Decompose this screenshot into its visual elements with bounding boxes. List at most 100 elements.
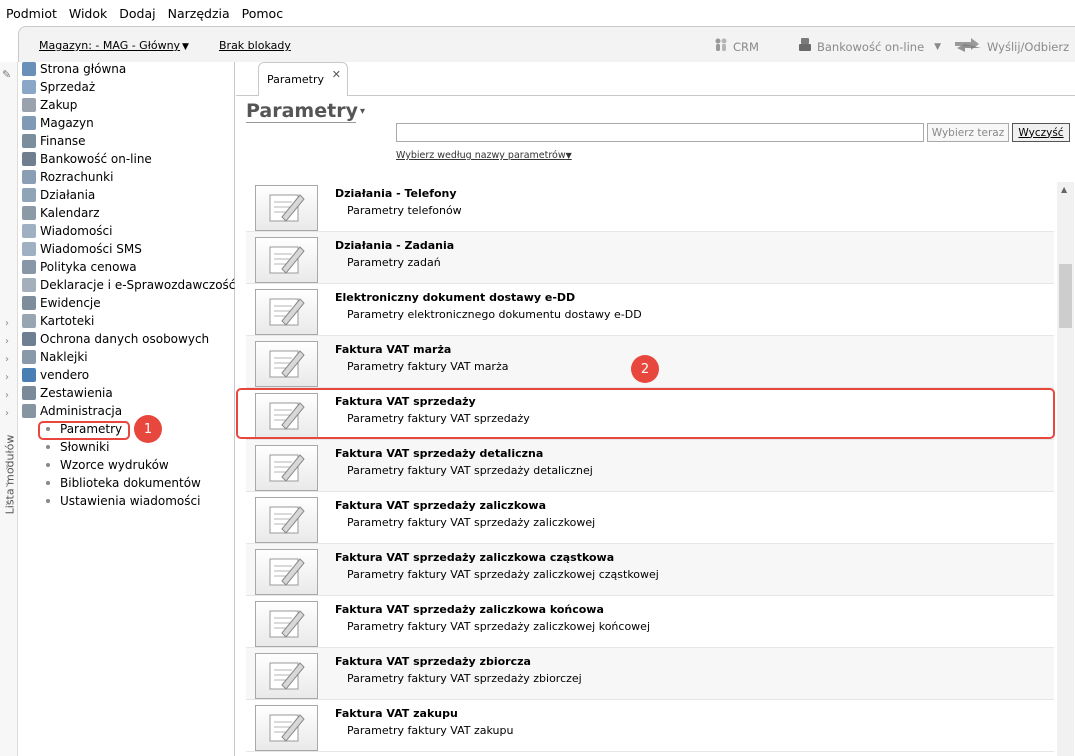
sidebar-item-15[interactable]: Ochrona danych osobowych bbox=[18, 330, 209, 348]
list-item[interactable]: Faktura VAT zakupu Parametry faktury VAT … bbox=[246, 700, 1054, 752]
bank-icon bbox=[22, 152, 36, 166]
sidebar-subitem-label: Wzorce wydruków bbox=[60, 458, 169, 472]
list-item[interactable]: Elektroniczny dokument dostawy e-DD Param… bbox=[246, 284, 1054, 336]
sidebar-item-14[interactable]: Kartoteki bbox=[18, 312, 94, 330]
warehouse-selector[interactable]: Magazyn: - MAG - Główny ▼ bbox=[39, 39, 189, 52]
bullet-icon bbox=[46, 481, 50, 485]
sidebar-item-label: Polityka cenowa bbox=[40, 260, 137, 274]
sidebar-item-12[interactable]: Deklaracje i e-Sprawozdawczość bbox=[18, 276, 235, 294]
choose-by-dropdown[interactable]: Wybierz według nazwy parametrów▼ bbox=[396, 150, 572, 161]
sidebar-subitem-2[interactable]: Wzorce wydruków bbox=[46, 456, 169, 474]
sidebar-subitem-label: Ustawienia wiadomości bbox=[60, 494, 201, 508]
list-item[interactable]: Faktura VAT sprzedaży zaliczkowa cząstko… bbox=[246, 544, 1054, 596]
sidebar-item-18[interactable]: Zestawienia bbox=[18, 384, 113, 402]
list-item-desc: Parametry faktury VAT sprzedaży detalicz… bbox=[347, 464, 593, 477]
sidebar-item-7[interactable]: Działania bbox=[18, 186, 95, 204]
sidebar-item-6[interactable]: Rozrachunki bbox=[18, 168, 113, 186]
list-item[interactable]: Faktura VAT sprzedaży zaliczkowa końcowa… bbox=[246, 596, 1054, 648]
sidebar-item-label: Naklejki bbox=[40, 350, 88, 364]
module-list-edge[interactable]: ✎ › › › › › › › › › Lista modułów bbox=[0, 62, 18, 756]
choose-by-label: Wybierz według nazwy parametrów bbox=[396, 150, 566, 161]
sidebar-subitem-4[interactable]: Ustawienia wiadomości bbox=[46, 492, 200, 510]
parameters-doc-icon bbox=[255, 289, 318, 335]
page-title[interactable]: Parametry ▾ bbox=[246, 100, 365, 122]
bullet-icon bbox=[46, 499, 50, 503]
privacy-icon bbox=[22, 332, 36, 346]
list-item[interactable]: Działania - Zadania Parametry zadań bbox=[246, 232, 1054, 284]
sidebar-item-8[interactable]: Kalendarz bbox=[18, 204, 100, 222]
list-item[interactable]: Faktura VAT sprzedaży detaliczna Parametr… bbox=[246, 440, 1054, 492]
list-scrollbar[interactable]: ▲ bbox=[1057, 182, 1074, 756]
pin-icon[interactable]: ✎ bbox=[2, 68, 11, 81]
menu-item-1[interactable]: Widok bbox=[69, 6, 107, 21]
bank-button[interactable]: Bankowość on-line ▼ bbox=[797, 37, 941, 56]
menu-item-3[interactable]: Narzędzia bbox=[168, 6, 230, 21]
list-item-desc: Parametry faktury VAT marża bbox=[347, 360, 509, 373]
toolbar: Magazyn: - MAG - Główny ▼ Brak blokady CR… bbox=[18, 26, 1075, 62]
sidebar-subitem-label: Biblioteka dokumentów bbox=[60, 476, 201, 490]
pricing-icon bbox=[22, 260, 36, 274]
vendero-icon bbox=[22, 368, 36, 382]
chevron-right-icon[interactable]: › bbox=[5, 390, 9, 401]
menu-item-2[interactable]: Dodaj bbox=[119, 6, 155, 21]
list-item[interactable]: Działania - Telefony Parametry telefonów bbox=[246, 180, 1054, 232]
bank-icon bbox=[797, 37, 813, 56]
crm-button[interactable]: CRM bbox=[713, 37, 759, 56]
sidebar-item-9[interactable]: Wiadomości bbox=[18, 222, 112, 240]
list-item-desc: Parametry elektronicznego dokumentu dost… bbox=[347, 308, 642, 321]
chevron-right-icon[interactable]: › bbox=[5, 336, 9, 347]
sidebar-item-17[interactable]: vendero bbox=[18, 366, 89, 384]
list-item-desc: Parametry faktury VAT sprzedaży zbiorcze… bbox=[347, 672, 582, 685]
sidebar-item-11[interactable]: Polityka cenowa bbox=[18, 258, 137, 276]
sidebar-item-16[interactable]: Naklejki bbox=[18, 348, 88, 366]
tab-parametry[interactable]: Parametry ✕ bbox=[258, 62, 348, 96]
sidebar-subitem-1[interactable]: Słowniki bbox=[46, 438, 109, 456]
choose-now-button[interactable]: Wybierz teraz bbox=[927, 123, 1009, 142]
send-receive-button[interactable]: Wyślij/Odbierz bbox=[953, 37, 1069, 56]
sidebar-item-0[interactable]: Strona główna bbox=[18, 60, 126, 78]
sidebar-item-label: Wiadomości SMS bbox=[40, 242, 142, 256]
sidebar-item-2[interactable]: Zakup bbox=[18, 96, 77, 114]
close-icon[interactable]: ✕ bbox=[332, 68, 341, 81]
sidebar-subitem-3[interactable]: Biblioteka dokumentów bbox=[46, 474, 201, 492]
sidebar-item-label: Bankowość on-line bbox=[40, 152, 152, 166]
sidebar-item-3[interactable]: Magazyn bbox=[18, 114, 94, 132]
parameters-doc-icon bbox=[255, 185, 318, 231]
home-icon bbox=[22, 62, 36, 76]
crm-label: CRM bbox=[733, 39, 759, 54]
sidebar-item-1[interactable]: Sprzedaż bbox=[18, 78, 95, 96]
annotation-highlight-parametry bbox=[38, 421, 130, 440]
chevron-right-icon[interactable]: › bbox=[5, 372, 9, 383]
scroll-up-icon[interactable]: ▲ bbox=[1061, 185, 1067, 194]
search-input[interactable] bbox=[396, 123, 924, 142]
sidebar-item-10[interactable]: Wiadomości SMS bbox=[18, 240, 142, 258]
scroll-thumb[interactable] bbox=[1059, 264, 1072, 328]
menu-item-4[interactable]: Pomoc bbox=[242, 6, 283, 21]
parameters-list: Działania - Telefony Parametry telefonów D… bbox=[246, 180, 1054, 756]
chevron-down-icon[interactable]: ▼ bbox=[934, 42, 941, 52]
parameters-doc-icon bbox=[255, 237, 318, 283]
sidebar-item-4[interactable]: Finanse bbox=[18, 132, 86, 150]
list-item[interactable]: Faktura VAT sprzedaży zaliczkowa Parametr… bbox=[246, 492, 1054, 544]
clear-button[interactable]: Wyczyść bbox=[1012, 123, 1070, 142]
list-item-title: Faktura VAT sprzedaży zaliczkowa bbox=[335, 499, 546, 512]
list-item-title: Faktura VAT sprzedaży zaliczkowa końcowa bbox=[335, 603, 604, 616]
chevron-right-icon[interactable]: › bbox=[5, 354, 9, 365]
menu-item-0[interactable]: Podmiot bbox=[6, 6, 57, 21]
chevron-down-icon: ▼ bbox=[182, 42, 189, 52]
chevron-right-icon[interactable]: › bbox=[5, 408, 9, 419]
sidebar-item-5[interactable]: Bankowość on-line bbox=[18, 150, 152, 168]
sidebar-item-13[interactable]: Ewidencje bbox=[18, 294, 101, 312]
lock-status-link[interactable]: Brak blokady bbox=[219, 39, 291, 52]
parameters-doc-icon bbox=[255, 653, 318, 699]
annotation-highlight-row bbox=[236, 388, 1055, 439]
warehouse-label: Magazyn: - MAG - Główny bbox=[39, 39, 181, 52]
list-item[interactable]: Faktura VAT sprzedaży zbiorcza Parametry … bbox=[246, 648, 1054, 700]
sidebar-item-19[interactable]: Administracja bbox=[18, 402, 122, 420]
list-item-desc: Parametry zadań bbox=[347, 256, 441, 269]
send-receive-label: Wyślij/Odbierz bbox=[987, 39, 1070, 54]
page-title-text: Parametry bbox=[246, 100, 358, 122]
finance-icon bbox=[22, 134, 36, 148]
list-item-title: Elektroniczny dokument dostawy e-DD bbox=[335, 291, 576, 304]
chevron-right-icon[interactable]: › bbox=[5, 318, 9, 329]
